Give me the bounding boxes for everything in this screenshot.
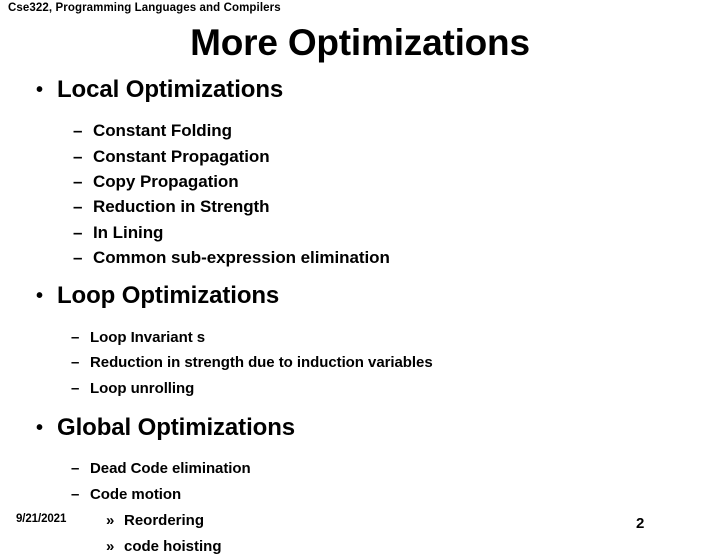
list-item: – Constant Folding [0,118,720,143]
slide-date: 9/21/2021 [16,513,67,525]
dash-icon: – [71,354,80,372]
guillemet-icon: » [106,537,115,555]
list-item: – Constant Propagation [0,144,720,169]
dash-icon: – [71,460,80,478]
dash-icon: – [73,121,83,141]
section-global-optimizations: • Global Optimizations – Dead Code elimi… [0,414,720,559]
list-item-label: Reordering [124,511,205,529]
dash-icon: – [73,222,83,242]
course-header: Cse322, Programming Languages and Compil… [8,2,281,14]
list-item: – Dead Code elimination [0,456,720,482]
list-item: – Common sub-expression elimination [0,245,720,270]
list-item-label: Code motion [90,486,182,504]
dash-icon: – [73,197,83,217]
section-heading-loop: • Loop Optimizations [0,282,720,310]
dash-icon: – [71,328,80,346]
list-item-label: code hoisting [124,537,222,555]
section-heading-global: • Global Optimizations [0,414,720,442]
section-heading-label: Loop Optimizations [57,282,280,310]
list-item: – In Lining [0,220,720,245]
list-item: – Code motion [0,482,720,508]
section-heading-label: Global Optimizations [57,413,296,441]
slide-title: More Optimizations [190,22,530,63]
slide-number: 2 [636,515,645,532]
dash-icon: – [73,146,83,166]
section-local-optimizations: • Local Optimizations – Constant Folding… [0,76,720,270]
guillemet-icon: » [106,511,115,529]
dash-icon: – [73,247,83,267]
dash-icon: – [71,380,80,398]
slide: Cse322, Programming Languages and Compil… [0,0,720,555]
list-item: – Loop Invariant s [0,325,720,351]
list-item-label: Constant Folding [93,121,232,141]
list-item: – Reduction in Strength [0,194,720,219]
list-item: » Reordering [0,508,720,534]
list-item-label: Copy Propagation [93,171,239,191]
list-item-label: Dead Code elimination [90,460,251,478]
list-item-label: Constant Propagation [93,146,270,166]
list-item-label: In Lining [93,222,164,242]
list-item: » code hoisting [0,534,720,559]
list-item-label: Common sub-expression elimination [93,247,390,267]
list-item: – Reduction in strength due to induction… [0,350,720,376]
list-item: – Copy Propagation [0,169,720,194]
section-heading-local: • Local Optimizations [0,76,720,104]
list-item-label: Loop unrolling [90,380,195,398]
bullet-icon: • [36,285,43,308]
list-item-label: Reduction in Strength [93,197,270,217]
bullet-icon: • [36,416,43,439]
slide-content: • Local Optimizations – Constant Folding… [0,76,720,559]
dash-icon: – [71,486,80,504]
bullet-icon: • [36,79,43,101]
dash-icon: – [73,171,83,191]
list-item: – Loop unrolling [0,376,720,402]
list-item-label: Loop Invariant s [90,328,206,346]
section-heading-label: Local Optimizations [57,76,284,103]
section-loop-optimizations: • Loop Optimizations – Loop Invariant s … [0,282,720,402]
list-item-label: Reduction in strength due to induction v… [90,354,433,372]
